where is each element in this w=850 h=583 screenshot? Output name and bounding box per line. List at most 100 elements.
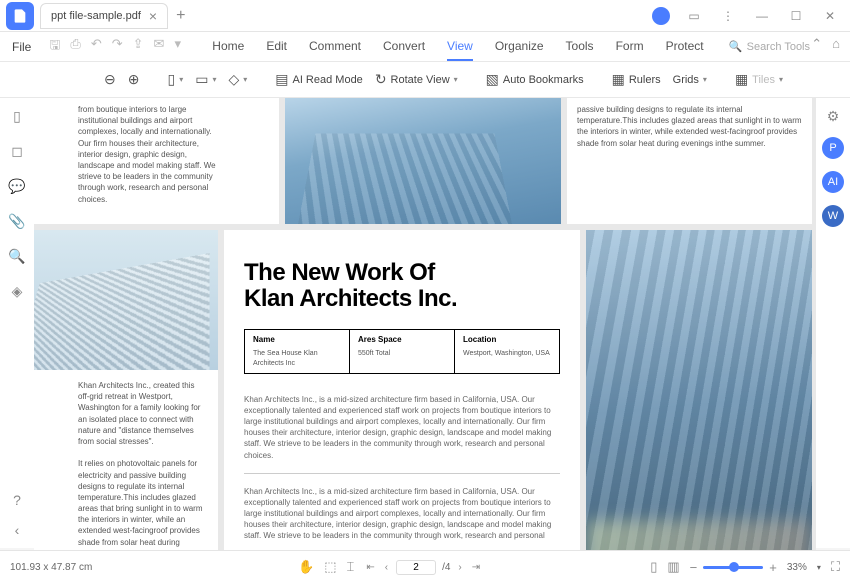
tab-comment[interactable]: Comment [309,33,361,61]
tab-title: ppt file-sample.pdf [51,10,141,22]
pdf-tool-icon[interactable]: P [822,137,844,159]
fullscreen-icon[interactable]: ⛶ [831,559,840,575]
auto-bookmarks-button[interactable]: ▧Auto Bookmarks [482,69,588,90]
left-sidebar: ▯ ◻ 💬 📎 🔍 ◈ ? ‹ [0,98,34,548]
help-icon[interactable]: ? [13,492,21,508]
word-export-icon[interactable]: W [822,205,844,227]
prev-page-icon[interactable]: ‹ [383,562,390,573]
search-icon: 🔍 [729,40,743,53]
page-layout-button[interactable]: ▭▾ [191,69,220,90]
rulers-button[interactable]: ▦Rulers [608,69,665,90]
page-layout-icon: ▭ [195,71,208,88]
tab-form[interactable]: Form [616,33,644,61]
comments-panel-icon[interactable]: 💬 [8,178,25,195]
window-menu-icon[interactable]: ▭ [684,9,704,23]
page-total: /4 [442,562,450,573]
status-bar: 101.93 x 47.87 cm ✋ ⬚ ⌶ ⇤ ‹ /4 › ⇥ ▯ ▥ −… [0,550,850,583]
file-menu[interactable]: File [0,40,43,54]
next-page-icon[interactable]: › [456,562,463,573]
attachments-icon[interactable]: 📎 [8,213,25,230]
quick-more-icon[interactable]: ▾ [174,36,181,58]
hand-tool-icon[interactable]: ✋ [298,559,314,575]
ai-icon: ▤ [275,71,288,88]
ai-assistant-icon[interactable]: AI [822,171,844,193]
select-tool-icon[interactable]: ⬚ [324,559,336,575]
continuous-page-icon[interactable]: ▥ [667,559,679,575]
properties-icon[interactable]: ⚙ [827,108,840,125]
first-page-icon[interactable]: ⇤ [364,562,376,573]
collapse-sidebar-icon[interactable]: ‹ [15,522,20,538]
page-text-block: from boutique interiors to large institu… [34,98,279,224]
ai-read-mode-button[interactable]: ▤AI Read Mode [271,69,367,90]
zoom-slider[interactable]: − + [690,560,777,575]
text-select-icon[interactable]: ⌶ [347,559,355,575]
page-main-column: The New Work Of Klan Architects Inc. Nam… [224,230,580,550]
droplet-icon: ◇ [228,71,239,88]
view-toolbar: ⊖ ⊕ ▯▾ ▭▾ ◇▾ ▤AI Read Mode ↻Rotate View▾… [0,62,850,98]
last-page-icon[interactable]: ⇥ [470,562,482,573]
bookmarks-panel-icon[interactable]: ◻ [11,143,23,160]
app-icon [6,2,34,30]
tab-protect[interactable]: Protect [666,33,704,61]
page-number-input[interactable] [396,560,436,575]
slider-track[interactable] [703,566,763,569]
thumbnails-icon[interactable]: ▯ [13,108,21,125]
new-tab-button[interactable]: + [176,7,185,25]
window-kebab-icon[interactable]: ⋮ [718,9,738,23]
right-sidebar: ⚙ P AI W [816,98,850,548]
building-image-left [34,230,218,370]
bookmark-icon: ▧ [486,71,499,88]
zoom-level[interactable]: 33% [787,562,807,573]
tiles-icon: ▦ [735,71,748,88]
page-text-block: passive building designs to regulate its… [567,98,812,224]
fit-page-button[interactable]: ▯▾ [163,69,187,90]
collapse-ribbon-icon[interactable]: ⌃ [811,36,822,52]
zoom-in-icon: ⊕ [128,71,140,88]
single-page-icon[interactable]: ▯ [650,559,657,575]
document-canvas[interactable]: from boutique interiors to large institu… [34,98,816,550]
document-tab[interactable]: ppt file-sample.pdf × [40,3,168,29]
search-panel-icon[interactable]: 🔍 [8,248,25,265]
fit-page-icon: ▯ [167,71,175,88]
tab-home[interactable]: Home [212,33,244,61]
maximize-icon[interactable]: ☐ [786,9,806,23]
redo-icon[interactable]: ↷ [112,36,123,58]
building-image-right [586,230,812,550]
layers-icon[interactable]: ◈ [12,283,23,300]
tab-edit[interactable]: Edit [266,33,287,61]
info-table: Name The Sea House Klan Architects Inc A… [244,329,560,374]
close-window-icon[interactable]: ✕ [820,9,840,23]
rotate-icon: ↻ [375,71,387,88]
ribbon-options-icon[interactable]: ⌂ [832,36,840,52]
document-title: The New Work Of Klan Architects Inc. [244,260,560,313]
minimize-icon[interactable]: — [752,9,772,23]
save-icon[interactable]: 🖫 [49,36,60,58]
tab-convert[interactable]: Convert [383,33,425,61]
ribbon-tabs: Home Edit Comment Convert View Organize … [187,33,729,61]
tab-tools[interactable]: Tools [566,33,594,61]
window-controls: ▭ ⋮ — ☐ ✕ [652,7,850,25]
tab-organize[interactable]: Organize [495,33,544,61]
share-icon[interactable]: ⇪ [133,36,144,58]
title-bar: ppt file-sample.pdf × + ▭ ⋮ — ☐ ✕ [0,0,850,32]
tab-view[interactable]: View [447,33,473,61]
undo-icon[interactable]: ↶ [91,36,102,58]
rotate-view-button[interactable]: ↻Rotate View▾ [371,69,462,90]
zoom-out-button[interactable]: ⊖ [100,69,120,90]
close-tab-icon[interactable]: × [149,9,157,23]
page-text-block: Khan Architects Inc., created this off-g… [34,370,218,550]
grids-button[interactable]: Grids▾ [669,72,711,88]
tiles-button[interactable]: ▦Tiles▾ [731,69,787,90]
zoom-in-button[interactable]: ⊕ [124,69,144,90]
page-navigator: ⇤ ‹ /4 › ⇥ [364,560,482,575]
print-icon[interactable]: ⎙ [70,36,80,58]
building-image-top [285,98,561,224]
quick-access-toolbar: 🖫 ⎙ ↶ ↷ ⇪ ✉ ▾ [43,36,187,58]
ruler-icon: ▦ [612,71,625,88]
menu-bar: File 🖫 ⎙ ↶ ↷ ⇪ ✉ ▾ Home Edit Comment Con… [0,32,850,62]
zoom-out-status-icon[interactable]: − [690,560,698,575]
user-avatar-icon[interactable] [652,7,670,25]
zoom-in-status-icon[interactable]: + [769,560,777,575]
mail-icon[interactable]: ✉ [154,36,165,58]
background-button[interactable]: ◇▾ [224,69,251,90]
